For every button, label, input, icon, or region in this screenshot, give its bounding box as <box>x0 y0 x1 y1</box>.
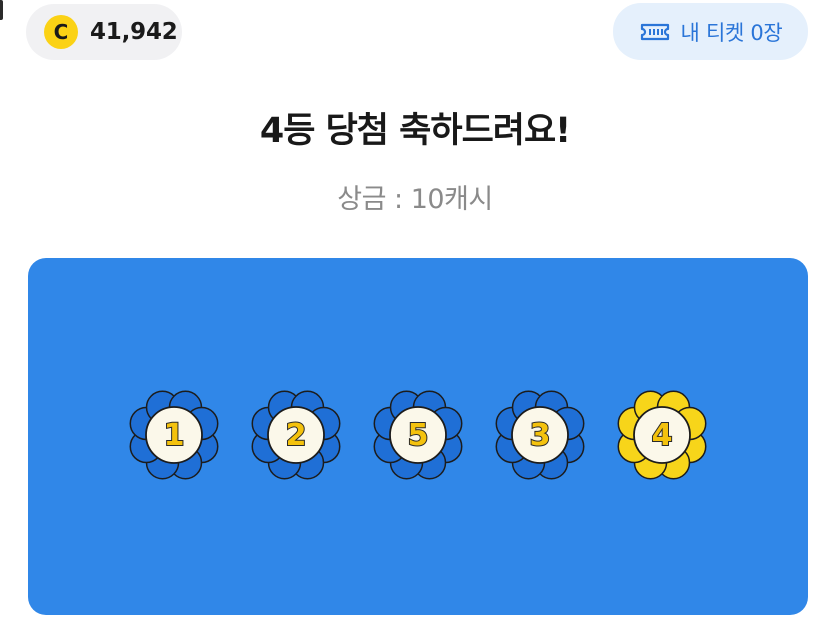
ball-number: 1 <box>163 417 186 454</box>
result-title: 4등 당첨 축하드려요! <box>259 111 571 151</box>
ball-4: 3 <box>490 385 590 485</box>
my-tickets-button[interactable]: 내 티켓 0장 <box>613 3 808 60</box>
ball-number: 5 <box>407 417 430 454</box>
coin-balance[interactable]: C 41,942 <box>26 4 182 60</box>
my-tickets-label: 내 티켓 0장 <box>680 20 783 45</box>
coin-icon: C <box>44 15 78 49</box>
window-edge <box>0 0 3 20</box>
ball-3: 5 <box>368 385 468 485</box>
ball-number: 3 <box>529 417 552 454</box>
ball-1: 1 <box>124 385 224 485</box>
ball-number: 4 <box>651 417 674 454</box>
lottery-board: 1 2 5 3 4 <box>28 258 808 615</box>
ticket-icon <box>639 20 671 44</box>
ball-number: 2 <box>285 417 308 454</box>
ball-2: 2 <box>246 385 346 485</box>
prize-text: 상금 : 10캐시 <box>337 184 493 215</box>
coin-balance-value: 41,942 <box>90 19 178 45</box>
ball-5: 4 <box>612 385 712 485</box>
